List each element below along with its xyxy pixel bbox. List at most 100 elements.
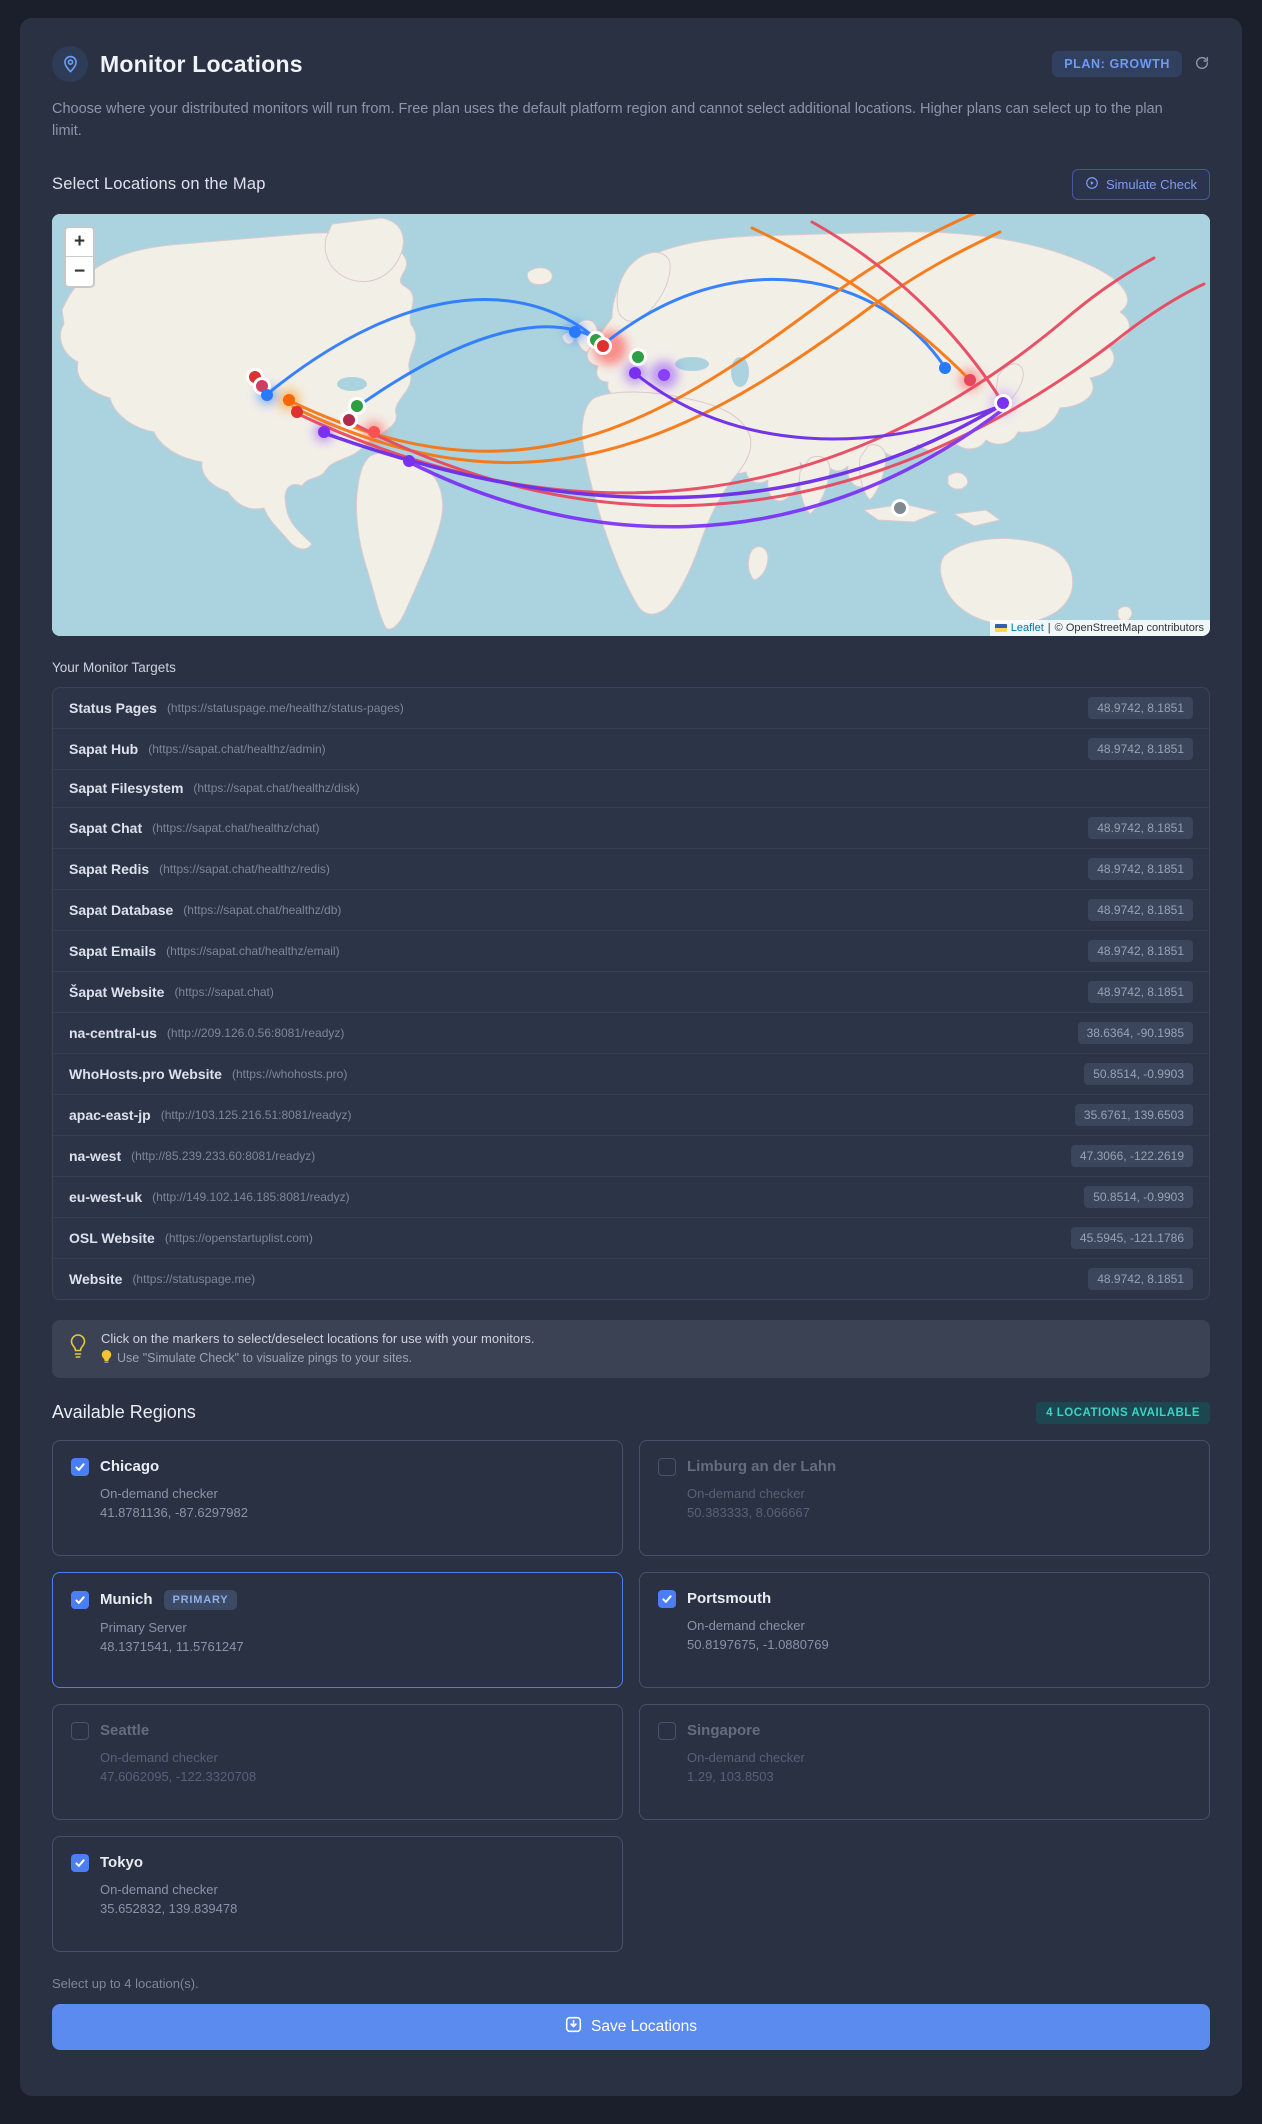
target-name: Sapat Filesystem bbox=[69, 780, 184, 797]
region-type: On-demand checker bbox=[100, 1749, 218, 1765]
table-row: Sapat Database (https://sapat.chat/healt… bbox=[53, 888, 1209, 930]
region-checkbox[interactable] bbox=[658, 1457, 676, 1476]
region-type: Primary Server bbox=[100, 1619, 187, 1635]
refresh-button[interactable] bbox=[1194, 55, 1210, 74]
ukraine-flag-icon bbox=[994, 623, 1007, 632]
target-coordinates-badge: 45.5945, -121.1786 bbox=[1070, 1226, 1193, 1249]
check-icon bbox=[75, 1859, 85, 1867]
region-checkbox[interactable] bbox=[658, 1721, 676, 1740]
page-description: Choose where your distributed monitors w… bbox=[52, 101, 1163, 140]
target-coordinates-badge: 50.8514, -0.9903 bbox=[1084, 1062, 1193, 1085]
zoom-in-button[interactable]: + bbox=[66, 227, 93, 257]
map-canvas bbox=[52, 213, 1210, 636]
target-coordinates-badge: 48.9742, 8.1851 bbox=[1088, 898, 1193, 921]
table-row: na-central-us (http://209.126.0.56:8081/… bbox=[53, 1011, 1209, 1053]
target-coordinates-badge: 50.8514, -0.9903 bbox=[1084, 1185, 1193, 1208]
region-card[interactable]: Singapore On-demand checker 1.29, 103.85… bbox=[639, 1703, 1210, 1820]
region-checkbox[interactable] bbox=[658, 1589, 676, 1608]
primary-badge: PRIMARY bbox=[163, 1589, 238, 1610]
region-name: Tokyo bbox=[100, 1854, 144, 1872]
osm-attribution[interactable]: © OpenStreetMap contributors bbox=[1055, 622, 1204, 634]
map-marker[interactable] bbox=[629, 347, 647, 366]
target-name: WhoHosts.pro Website bbox=[69, 1065, 222, 1082]
monitor-locations-panel: Monitor Locations PLAN: GROWTH Choose wh… bbox=[20, 18, 1242, 2096]
map-marker[interactable] bbox=[318, 425, 330, 438]
region-name: Munich bbox=[100, 1591, 153, 1609]
save-locations-button[interactable]: Save Locations bbox=[52, 2003, 1210, 2050]
region-card[interactable]: Limburg an der Lahn On-demand checker 50… bbox=[639, 1439, 1210, 1556]
tip-line2-row: Use "Simulate Check" to visualize pings … bbox=[101, 1349, 535, 1367]
region-type: On-demand checker bbox=[687, 1749, 805, 1765]
targets-heading: Your Monitor Targets bbox=[52, 659, 176, 675]
region-name: Singapore bbox=[687, 1722, 761, 1740]
region-type: On-demand checker bbox=[687, 1485, 805, 1501]
map-marker[interactable] bbox=[994, 393, 1012, 412]
region-checkbox[interactable] bbox=[71, 1590, 89, 1609]
region-card[interactable]: Portsmouth On-demand checker 50.8197675,… bbox=[639, 1571, 1210, 1688]
region-checkbox[interactable] bbox=[71, 1853, 89, 1872]
target-name: Sapat Redis bbox=[69, 860, 150, 877]
map-marker[interactable] bbox=[283, 393, 295, 406]
region-card[interactable]: Seattle On-demand checker 47.6062095, -1… bbox=[52, 1703, 623, 1820]
tip-line1: Click on the markers to select/deselect … bbox=[101, 1330, 535, 1346]
target-name: na-central-us bbox=[69, 1024, 157, 1041]
table-row: Šapat Website (https://sapat.chat) 48.97… bbox=[53, 970, 1209, 1012]
table-row: WhoHosts.pro Website (https://whohosts.p… bbox=[53, 1052, 1209, 1094]
map-marker[interactable] bbox=[340, 410, 358, 429]
target-name: na-west bbox=[69, 1147, 122, 1164]
target-url: (https://sapat.chat/healthz/redis) bbox=[159, 861, 330, 876]
target-url: (https://sapat.chat/healthz/chat) bbox=[152, 820, 320, 835]
map-section-header: Select Locations on the Map Simulate Che… bbox=[52, 168, 1210, 200]
table-row: Sapat Redis (https://sapat.chat/healthz/… bbox=[53, 847, 1209, 889]
map-marker[interactable] bbox=[403, 454, 415, 467]
locations-available-badge: 4 LOCATIONS AVAILABLE bbox=[1036, 1401, 1210, 1424]
map-marker[interactable] bbox=[629, 366, 641, 379]
region-card[interactable]: Tokyo On-demand checker 35.652832, 139.8… bbox=[52, 1835, 623, 1952]
target-name: OSL Website bbox=[69, 1229, 155, 1246]
map-marker[interactable] bbox=[569, 325, 581, 338]
target-coordinates-badge: 48.9742, 8.1851 bbox=[1088, 816, 1193, 839]
tip-box: Click on the markers to select/deselect … bbox=[52, 1319, 1210, 1378]
target-name: Sapat Emails bbox=[69, 942, 157, 959]
region-card[interactable]: Chicago On-demand checker 41.8781136, -8… bbox=[52, 1439, 623, 1556]
region-name: Limburg an der Lahn bbox=[687, 1458, 837, 1476]
region-checkbox[interactable] bbox=[71, 1721, 89, 1740]
target-name: Šapat Website bbox=[69, 983, 165, 1000]
simulate-check-button[interactable]: Simulate Check bbox=[1071, 168, 1210, 200]
table-row: eu-west-uk (http://149.102.146.185:8081/… bbox=[53, 1175, 1209, 1217]
table-row: Sapat Emails (https://sapat.chat/healthz… bbox=[53, 929, 1209, 971]
refresh-icon bbox=[1194, 55, 1210, 74]
regions-header: Available Regions 4 LOCATIONS AVAILABLE bbox=[52, 1401, 1210, 1424]
map-marker[interactable] bbox=[658, 368, 670, 381]
region-coordinates: 41.8781136, -87.6297982 bbox=[100, 1504, 248, 1520]
map-marker[interactable] bbox=[291, 405, 303, 418]
target-url: (https://sapat.chat/healthz/admin) bbox=[148, 741, 326, 756]
page-title: Monitor Locations bbox=[100, 50, 303, 77]
map-marker[interactable] bbox=[261, 388, 273, 401]
target-name: apac-east-jp bbox=[69, 1106, 151, 1123]
target-url: (http://149.102.146.185:8081/readyz) bbox=[152, 1189, 350, 1204]
map-marker[interactable] bbox=[348, 396, 366, 415]
region-card[interactable]: Munich PRIMARY Primary Server 48.1371541… bbox=[52, 1571, 623, 1688]
check-icon bbox=[662, 1595, 672, 1603]
leaflet-link[interactable]: Leaflet bbox=[1011, 622, 1044, 634]
zoom-out-button[interactable]: − bbox=[66, 256, 93, 286]
map-marker[interactable] bbox=[368, 425, 380, 438]
region-checkbox[interactable] bbox=[71, 1457, 89, 1476]
region-coordinates: 35.652832, 139.839478 bbox=[100, 1900, 238, 1916]
region-type: On-demand checker bbox=[100, 1485, 218, 1501]
table-row: Sapat Hub (https://sapat.chat/healthz/ad… bbox=[53, 727, 1209, 769]
target-coordinates-badge: 48.9742, 8.1851 bbox=[1088, 1267, 1193, 1290]
map-marker[interactable] bbox=[891, 498, 909, 517]
map-marker[interactable] bbox=[594, 336, 612, 355]
region-coordinates: 50.383333, 8.066667 bbox=[687, 1504, 810, 1520]
target-name: Sapat Hub bbox=[69, 740, 139, 757]
world-map[interactable]: + − Leaflet | © OpenStreetMap contributo… bbox=[52, 213, 1210, 636]
target-name: eu-west-uk bbox=[69, 1188, 143, 1205]
target-name: Status Pages bbox=[69, 699, 157, 716]
map-marker[interactable] bbox=[939, 361, 951, 374]
table-row: Sapat Chat (https://sapat.chat/healthz/c… bbox=[53, 806, 1209, 848]
table-row: apac-east-jp (http://103.125.216.51:8081… bbox=[53, 1093, 1209, 1135]
plan-badge: PLAN: GROWTH bbox=[1052, 51, 1182, 77]
map-marker[interactable] bbox=[964, 373, 976, 386]
